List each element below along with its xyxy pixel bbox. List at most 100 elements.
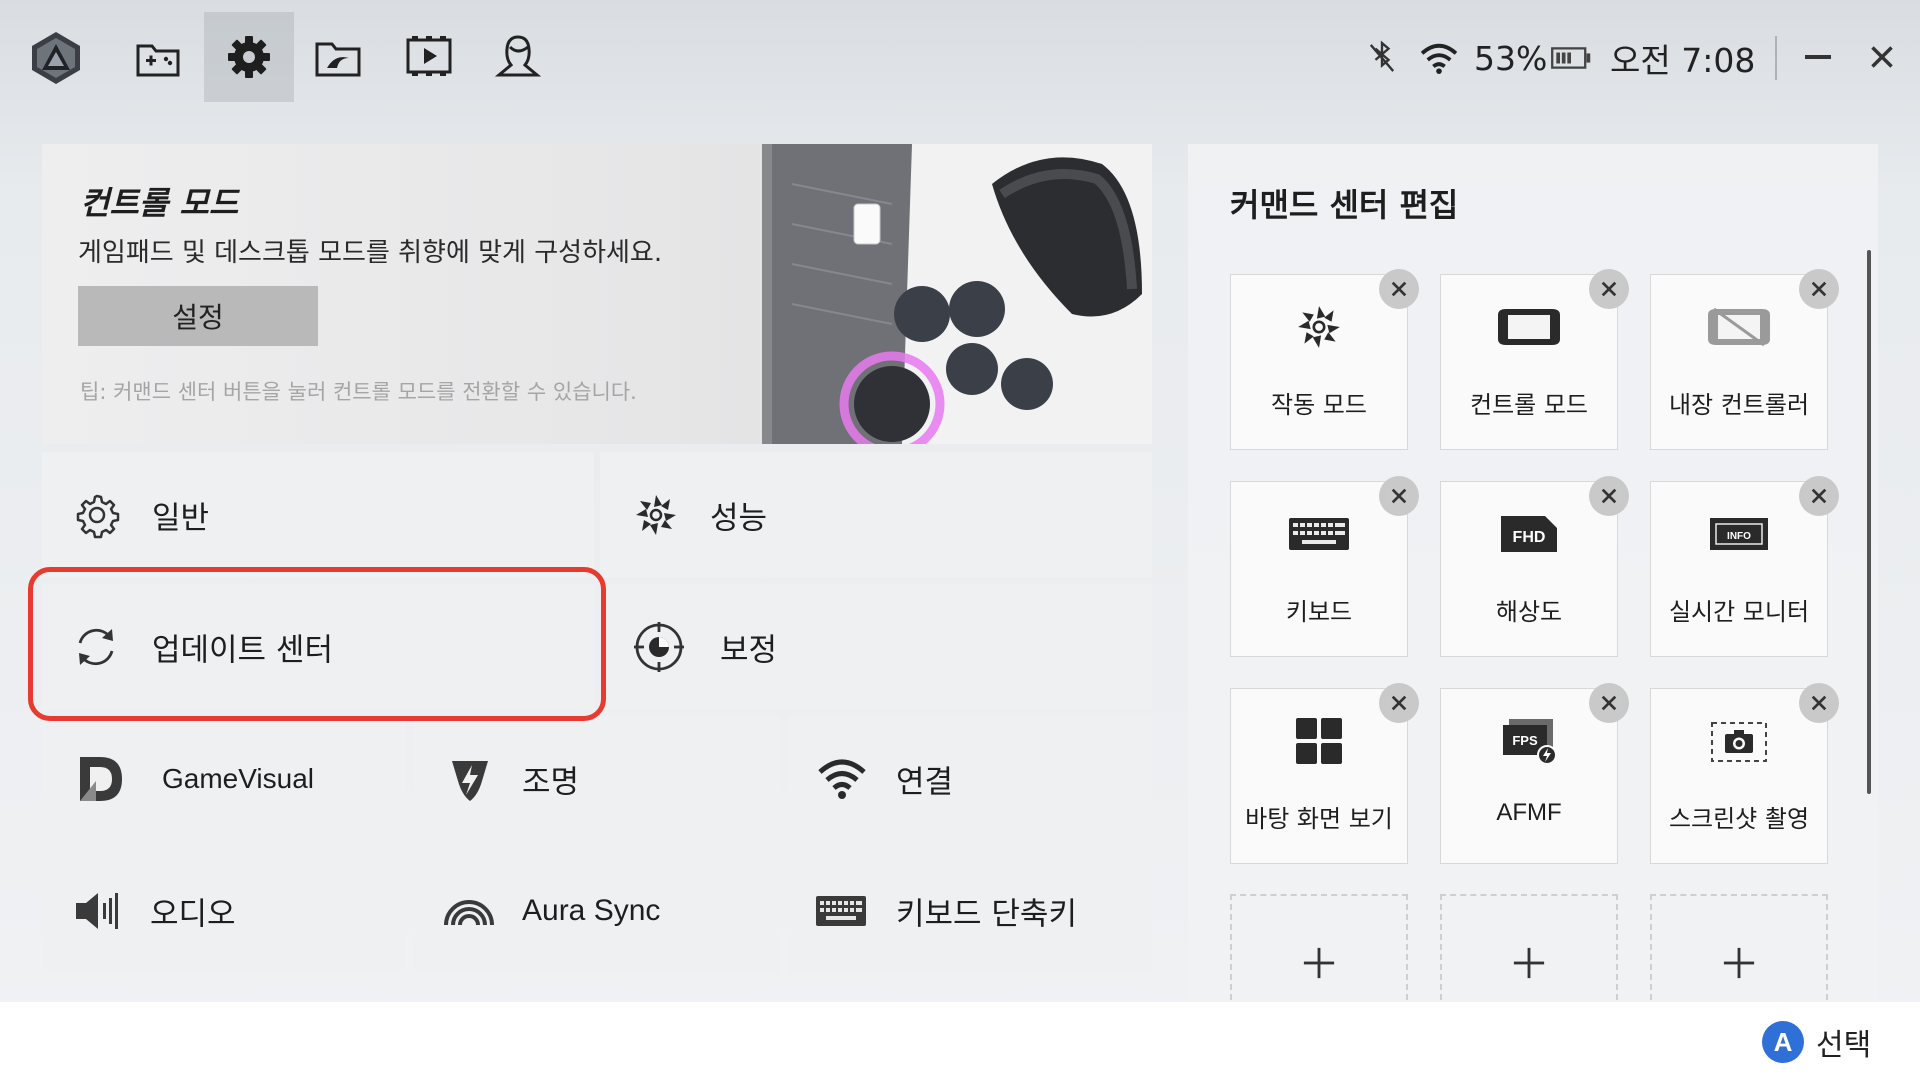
nav-settings[interactable]: [204, 12, 294, 102]
rog-logo-icon[interactable]: [28, 30, 84, 86]
lighting-icon: [452, 761, 488, 801]
remove-item-button[interactable]: [1379, 476, 1419, 516]
bluetooth-off-icon: [1368, 30, 1408, 86]
svg-text:FPS: FPS: [1512, 733, 1538, 748]
cc-empty-slot[interactable]: [1650, 894, 1828, 1002]
menu-audio[interactable]: 오디오: [42, 848, 406, 974]
plus-icon: [1513, 947, 1545, 979]
cc-item-label: 바탕 화면 보기: [1245, 805, 1393, 833]
info-monitor-icon: INFO: [1704, 506, 1774, 562]
separator: [1775, 36, 1777, 80]
remove-item-button[interactable]: [1379, 683, 1419, 723]
minimize-icon: [1805, 55, 1831, 59]
menu-update-center[interactable]: 업데이트 센터: [42, 584, 594, 710]
control-mode-panel: 컨트롤 모드 게임패드 및 데스크톱 모드를 취향에 맞게 구성하세요. 설정 …: [42, 144, 1152, 444]
rog-folder-icon: [315, 42, 361, 77]
media-player-icon: [406, 36, 452, 76]
speaker-icon: [76, 893, 118, 929]
cc-item-label: 컨트롤 모드: [1469, 391, 1589, 419]
plus-icon: [1723, 947, 1755, 979]
profile-icon: [494, 35, 542, 77]
close-icon: [1811, 695, 1827, 711]
fps-afmf-icon: FPS: [1494, 713, 1564, 769]
cc-item-resolution[interactable]: FHD 해상도: [1440, 476, 1629, 657]
remove-item-button[interactable]: [1799, 683, 1839, 723]
menu-keyboard-shortcuts[interactable]: 키보드 단축키: [788, 848, 1152, 974]
control-mode-settings-button[interactable]: 설정: [78, 286, 318, 346]
close-icon: [1601, 695, 1617, 711]
cc-item-keyboard[interactable]: 키보드: [1230, 476, 1419, 657]
hero-title: 컨트롤 모드: [80, 184, 239, 222]
cc-item-show-desktop[interactable]: 바탕 화면 보기: [1230, 683, 1419, 864]
calibration-icon: [634, 622, 684, 672]
settings-icon: [228, 36, 270, 78]
close-icon: [1871, 46, 1893, 68]
cc-empty-slot[interactable]: [1440, 894, 1618, 1002]
nav-media-player[interactable]: [384, 12, 474, 102]
menu-performance-label: 성능: [710, 500, 768, 537]
cc-item-label: 실시간 모니터: [1668, 598, 1810, 626]
cc-item-realtime-monitor[interactable]: INFO 실시간 모니터: [1650, 476, 1839, 657]
menu-aura-sync-label: Aura Sync: [522, 894, 661, 927]
close-icon: [1601, 488, 1617, 504]
cc-item-control-mode[interactable]: 컨트롤 모드: [1440, 269, 1629, 450]
screenshot-camera-icon: [1704, 713, 1774, 769]
close-icon: [1391, 281, 1407, 297]
minimize-button[interactable]: [1793, 32, 1843, 82]
keyboard-icon: [1284, 506, 1354, 562]
cc-item-label: 작동 모드: [1271, 391, 1367, 419]
menu-gamevisual[interactable]: GameVisual: [42, 716, 406, 842]
cc-item-afmf[interactable]: FPS AFMF: [1440, 683, 1629, 864]
cc-item-label: AFMF: [1496, 799, 1562, 826]
handheld-device-image: [762, 144, 1152, 444]
menu-connection[interactable]: 연결: [788, 716, 1152, 842]
menu-performance[interactable]: 성능: [600, 452, 1152, 578]
close-button[interactable]: [1857, 32, 1907, 82]
close-icon: [1811, 488, 1827, 504]
gamevisual-icon: [80, 757, 122, 801]
hero-description: 게임패드 및 데스크톱 모드를 취향에 맞게 구성하세요.: [78, 238, 663, 268]
nav-rog-folder[interactable]: [293, 12, 383, 102]
command-center-title: 커맨드 센터 편집: [1230, 186, 1459, 224]
battery-percent: 53%: [1474, 38, 1548, 78]
menu-audio-label: 오디오: [150, 896, 236, 933]
close-icon: [1601, 281, 1617, 297]
menu-lighting[interactable]: 조명: [414, 716, 780, 842]
keyboard-icon: [816, 896, 866, 926]
cc-item-label: 내장 컨트롤러: [1668, 391, 1810, 419]
game-library-icon: [136, 44, 180, 77]
cc-item-built-in-controller[interactable]: 내장 컨트롤러: [1650, 269, 1839, 450]
menu-lighting-label: 조명: [522, 764, 580, 801]
remove-item-button[interactable]: [1799, 476, 1839, 516]
cc-empty-slot[interactable]: [1230, 894, 1408, 1002]
cc-item-screenshot[interactable]: 스크린샷 촬영: [1650, 683, 1839, 864]
remove-item-button[interactable]: [1379, 269, 1419, 309]
command-center-editor: 커맨드 센터 편집 작동 모드 컨트롤 모드 내장 컨트롤러 키보드 FHD 해…: [1188, 144, 1878, 1002]
bottom-bar: [0, 1002, 1920, 1080]
nav-profile[interactable]: [473, 12, 563, 102]
menu-calibration-label: 보정: [720, 632, 778, 669]
wifi-icon: [818, 759, 866, 799]
remove-item-button[interactable]: [1589, 269, 1629, 309]
remove-item-button[interactable]: [1799, 269, 1839, 309]
menu-aura-sync[interactable]: Aura Sync: [414, 848, 780, 974]
close-icon: [1391, 488, 1407, 504]
top-bar: 53% 오전 7:08: [0, 0, 1920, 115]
nav-game-library[interactable]: [113, 12, 203, 102]
fhd-resolution-icon: FHD: [1494, 506, 1564, 562]
battery-icon: [1550, 30, 1592, 86]
scrollbar[interactable]: [1867, 250, 1871, 794]
remove-item-button[interactable]: [1589, 476, 1629, 516]
menu-connection-label: 연결: [896, 764, 954, 801]
menu-keyboard-shortcuts-label: 키보드 단축키: [896, 896, 1077, 933]
cc-item-label: 키보드: [1285, 598, 1353, 626]
remove-item-button[interactable]: [1589, 683, 1629, 723]
refresh-icon: [78, 628, 114, 666]
menu-general[interactable]: 일반: [42, 452, 594, 578]
performance-icon: [636, 495, 676, 535]
menu-calibration[interactable]: 보정: [600, 584, 1152, 710]
operating-mode-icon: [1284, 299, 1354, 355]
cc-item-operating-mode[interactable]: 작동 모드: [1230, 269, 1419, 450]
close-icon: [1391, 695, 1407, 711]
built-in-controller-off-icon: [1704, 299, 1774, 355]
